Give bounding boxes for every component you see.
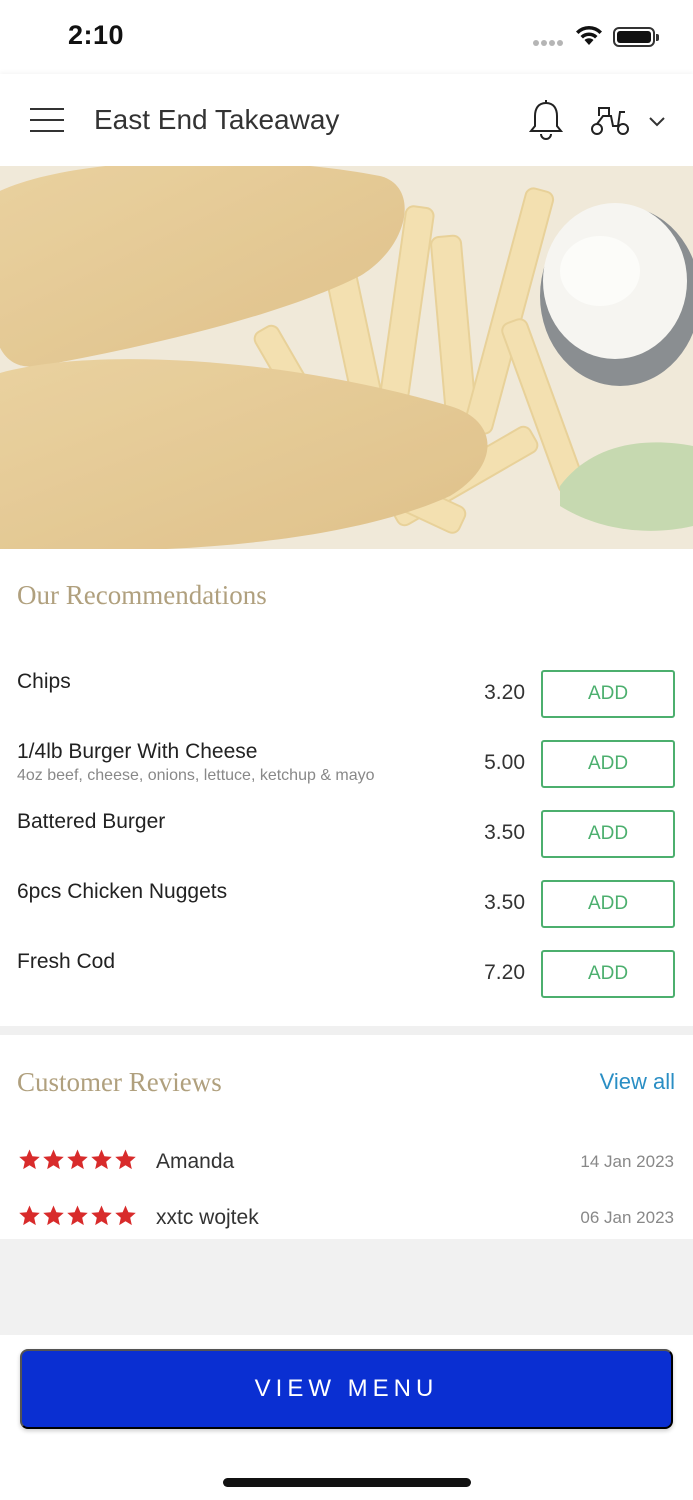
hero-image (0, 166, 693, 549)
review-date: 06 Jan 2023 (580, 1208, 674, 1227)
chevron-down-icon[interactable] (648, 116, 666, 128)
app-header: East End Takeaway (0, 74, 693, 166)
star-icon (115, 1149, 136, 1170)
view-all-link[interactable]: View all (600, 1069, 675, 1095)
star-rating (18, 1148, 137, 1171)
bell-icon[interactable] (527, 99, 565, 141)
item-price: 3.20 (484, 681, 525, 704)
item-name: 6pcs Chicken Nuggets (17, 880, 228, 903)
star-icon (115, 1205, 136, 1226)
home-indicator (223, 1478, 471, 1487)
star-icon (43, 1149, 64, 1170)
review-row: Amanda 14 Jan 2023 (0, 1146, 693, 1178)
review-date: 14 Jan 2023 (580, 1152, 674, 1171)
item-name: Chips (17, 670, 71, 693)
battery-icon (613, 27, 659, 47)
star-icon (19, 1149, 40, 1170)
add-button[interactable]: ADD (541, 670, 675, 718)
review-row: xxtc wojtek 06 Jan 2023 (0, 1202, 693, 1234)
section-divider (0, 1026, 693, 1035)
reviewer-name: Amanda (156, 1150, 235, 1173)
star-icon (19, 1205, 40, 1226)
item-description: 4oz beef, cheese, onions, lettuce, ketch… (17, 767, 375, 784)
reviewer-name: xxtc wojtek (156, 1206, 259, 1229)
item-price: 3.50 (484, 891, 525, 914)
item-price: 3.50 (484, 821, 525, 844)
add-button[interactable]: ADD (541, 880, 675, 928)
star-icon (67, 1149, 88, 1170)
recommendation-item: Battered Burger 3.50 ADD (0, 810, 693, 870)
status-time: 2:10 (68, 20, 125, 50)
star-icon (91, 1149, 112, 1170)
content-spacer (0, 1239, 693, 1335)
scooter-icon[interactable] (589, 104, 631, 138)
recommendations-title: Our Recommendations (17, 580, 267, 610)
item-price: 7.20 (484, 961, 525, 984)
star-icon (43, 1205, 64, 1226)
add-button[interactable]: ADD (541, 810, 675, 858)
app-title: East End Takeaway (94, 104, 340, 135)
reviews-title: Customer Reviews (17, 1067, 222, 1097)
recommendation-item: Fresh Cod 7.20 ADD (0, 950, 693, 1010)
add-button[interactable]: ADD (541, 950, 675, 998)
star-icon (91, 1205, 112, 1226)
recommendation-item: Chips 3.20 ADD (0, 670, 693, 730)
star-rating (18, 1204, 137, 1227)
signal-icon (533, 40, 563, 46)
item-name: Fresh Cod (17, 950, 116, 973)
item-name: 1/4lb Burger With Cheese (17, 740, 258, 763)
view-menu-button[interactable]: VIEW MENU (20, 1349, 673, 1429)
add-button[interactable]: ADD (541, 740, 675, 788)
star-icon (67, 1205, 88, 1226)
wifi-icon (576, 25, 602, 45)
recommendation-item: 1/4lb Burger With Cheese 4oz beef, chees… (0, 740, 693, 800)
status-bar: 2:10 (0, 0, 693, 70)
item-price: 5.00 (484, 751, 525, 774)
menu-icon[interactable] (30, 108, 64, 132)
recommendation-item: 6pcs Chicken Nuggets 3.50 ADD (0, 880, 693, 940)
item-name: Battered Burger (17, 810, 166, 833)
